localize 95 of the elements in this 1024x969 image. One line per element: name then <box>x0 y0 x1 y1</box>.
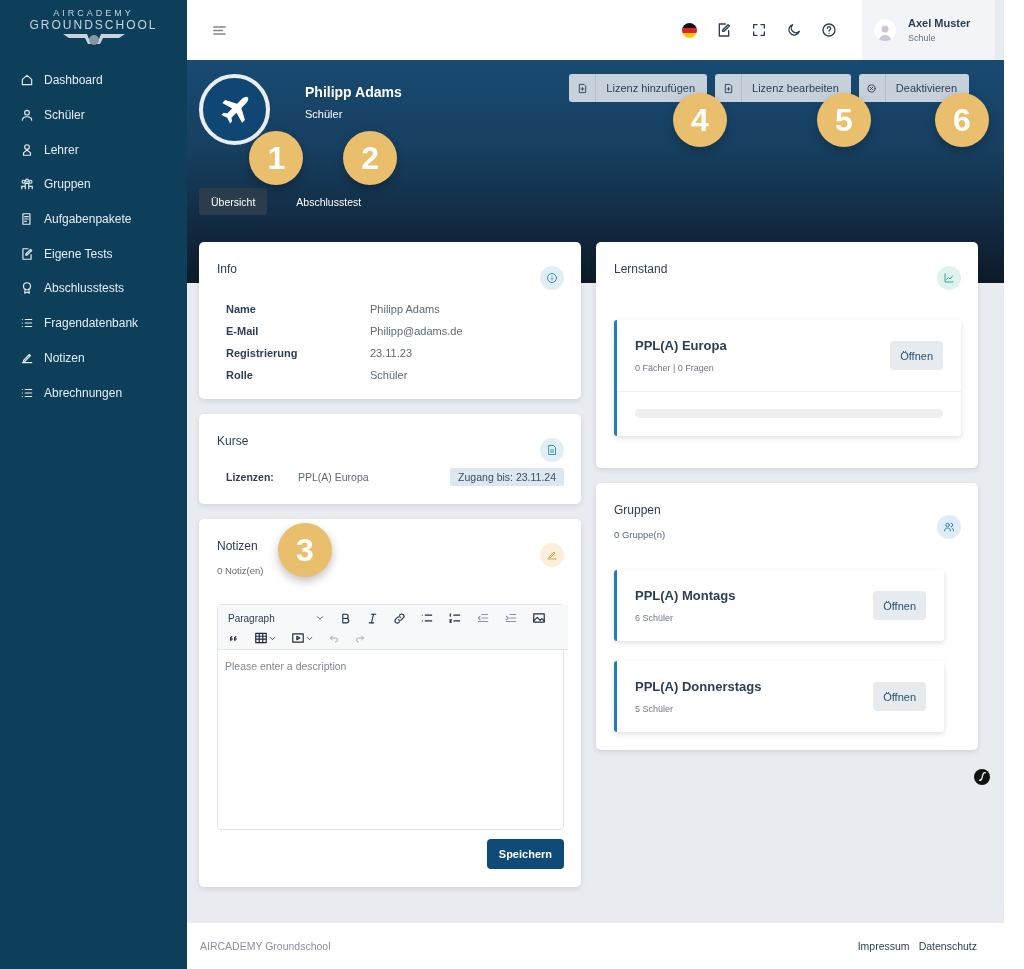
flag-icon[interactable] <box>682 22 697 38</box>
save-button[interactable]: Speichern <box>486 839 564 869</box>
paragraph-dropdown[interactable]: Paragraph <box>228 612 325 624</box>
person-badge-icon <box>20 142 34 157</box>
add-file-icon <box>576 82 588 94</box>
action-button[interactable]: Lizenz hinzufügen <box>569 74 707 102</box>
footer-link[interactable]: Datenschutz <box>918 940 977 952</box>
number-callout: 2 <box>343 131 398 185</box>
description-field[interactable]: Please enter a description <box>218 650 563 829</box>
card-title: Notizen <box>217 539 259 553</box>
user-menu[interactable]: Axel Muster Schule <box>862 0 995 60</box>
access-badge: Zugang bis: 23.11.24 <box>450 468 564 486</box>
sidebar-item[interactable]: Dashboard <box>20 70 187 91</box>
number-callout: 6 <box>935 93 989 147</box>
media-icon <box>291 631 305 645</box>
sidebar-item[interactable]: Abschlusstests <box>20 278 187 299</box>
image-icon <box>531 611 546 625</box>
card-title: Lernstand <box>614 262 668 276</box>
field-value: 23.11.23 <box>370 347 413 359</box>
field-label: Rolle <box>226 369 254 381</box>
sidebar-item[interactable]: Gruppen <box>20 174 187 195</box>
open-button[interactable]: Öffnen <box>873 682 926 711</box>
group-meta: 6 Schüler <box>635 613 675 623</box>
group-count: 0 Gruppe(n) <box>614 529 666 540</box>
logo-text: GROUNDSCHOOL <box>29 18 158 32</box>
sidebar-item[interactable]: Aufgabenpakete <box>20 208 187 230</box>
file-icon <box>546 444 558 456</box>
notes-count: 0 Notiz(en) <box>217 565 264 576</box>
link-icon <box>392 611 406 625</box>
award-icon <box>20 281 34 296</box>
number-callout: 1 <box>249 131 304 185</box>
user-icon <box>20 108 34 123</box>
edit-icon <box>716 22 732 38</box>
group-meta: 5 Schüler <box>635 704 675 714</box>
action-button[interactable]: Deaktivieren <box>858 74 969 102</box>
field-value: Philipp Adams <box>370 303 441 315</box>
field-value: Philipp@adams.de <box>370 325 464 337</box>
course-meta: 0 Fächer | 0 Fragen <box>635 363 715 373</box>
document-icon <box>20 212 34 227</box>
info-circle-icon <box>546 272 558 284</box>
number-callout: 5 <box>816 93 871 147</box>
edit-pen-icon <box>546 549 558 561</box>
student-name: Philipp Adams <box>305 84 402 100</box>
sidebar-item[interactable]: Abrechnungen <box>20 382 187 403</box>
add-file-icon <box>722 82 734 94</box>
student-role: Schüler <box>305 108 344 120</box>
open-button[interactable]: Öffnen <box>873 591 926 620</box>
undo-icon <box>328 632 340 644</box>
outdent-icon <box>475 611 490 625</box>
field-label: Lizenzen: <box>226 471 275 483</box>
numbered-list-icon <box>447 611 462 625</box>
field-label: E-Mail <box>226 325 260 337</box>
chevron-down-icon <box>314 613 325 623</box>
number-callout: 4 <box>673 93 727 147</box>
logo-text: AIRCADEMY <box>53 8 134 18</box>
table-icon <box>254 631 268 645</box>
sidebar-item[interactable]: Eigene Tests <box>20 243 187 265</box>
footer-link[interactable]: Impressum <box>857 940 910 952</box>
group-name: PPL(A) Montags <box>635 588 736 603</box>
two-people-icon <box>943 521 955 533</box>
cancel-circle-icon <box>866 82 878 94</box>
field-label: Registrierung <box>226 347 299 359</box>
wings-icon <box>62 33 125 47</box>
fullscreen-icon <box>751 22 767 38</box>
open-button[interactable]: Öffnen <box>890 341 943 370</box>
number-callout: 3 <box>278 523 332 577</box>
course-name: PPL(A) Europa <box>635 338 727 353</box>
line-chart-icon <box>943 272 955 284</box>
moon-icon <box>786 22 802 38</box>
card-title: Gruppen <box>614 503 662 517</box>
field-value: Schüler <box>370 369 409 381</box>
field-value: PPL(A) Europa <box>298 471 369 483</box>
footer-brand: AIRCADEMY Groundschool <box>200 940 331 952</box>
user-name: Axel Muster <box>908 17 971 29</box>
home-icon <box>20 73 34 88</box>
field-label: Name <box>226 303 257 315</box>
user-role: Schule <box>908 33 937 43</box>
group-name: PPL(A) Donnerstags <box>635 679 762 694</box>
bullet-list-icon <box>419 611 434 625</box>
round-logo-icon[interactable] <box>974 769 990 785</box>
avatar-icon <box>874 19 896 41</box>
card-title: Info <box>217 262 237 276</box>
sidebar-item[interactable]: Schüler <box>20 104 187 126</box>
sidebar-item[interactable]: Lehrer <box>20 139 187 161</box>
edit-document-icon <box>20 246 34 261</box>
card-title: Kurse <box>217 434 249 448</box>
indent-icon <box>503 611 518 625</box>
help-icon <box>821 22 837 38</box>
redo-icon <box>354 632 366 644</box>
people-icon <box>20 177 34 192</box>
action-button[interactable]: Lizenz bearbeiten <box>715 74 851 102</box>
sidebar-item[interactable]: Notizen <box>20 347 187 369</box>
tab[interactable]: Abschlusstest <box>296 188 362 215</box>
tab[interactable]: Übersicht <box>199 188 268 215</box>
sidebar-item[interactable]: Fragendatenbank <box>20 312 187 334</box>
